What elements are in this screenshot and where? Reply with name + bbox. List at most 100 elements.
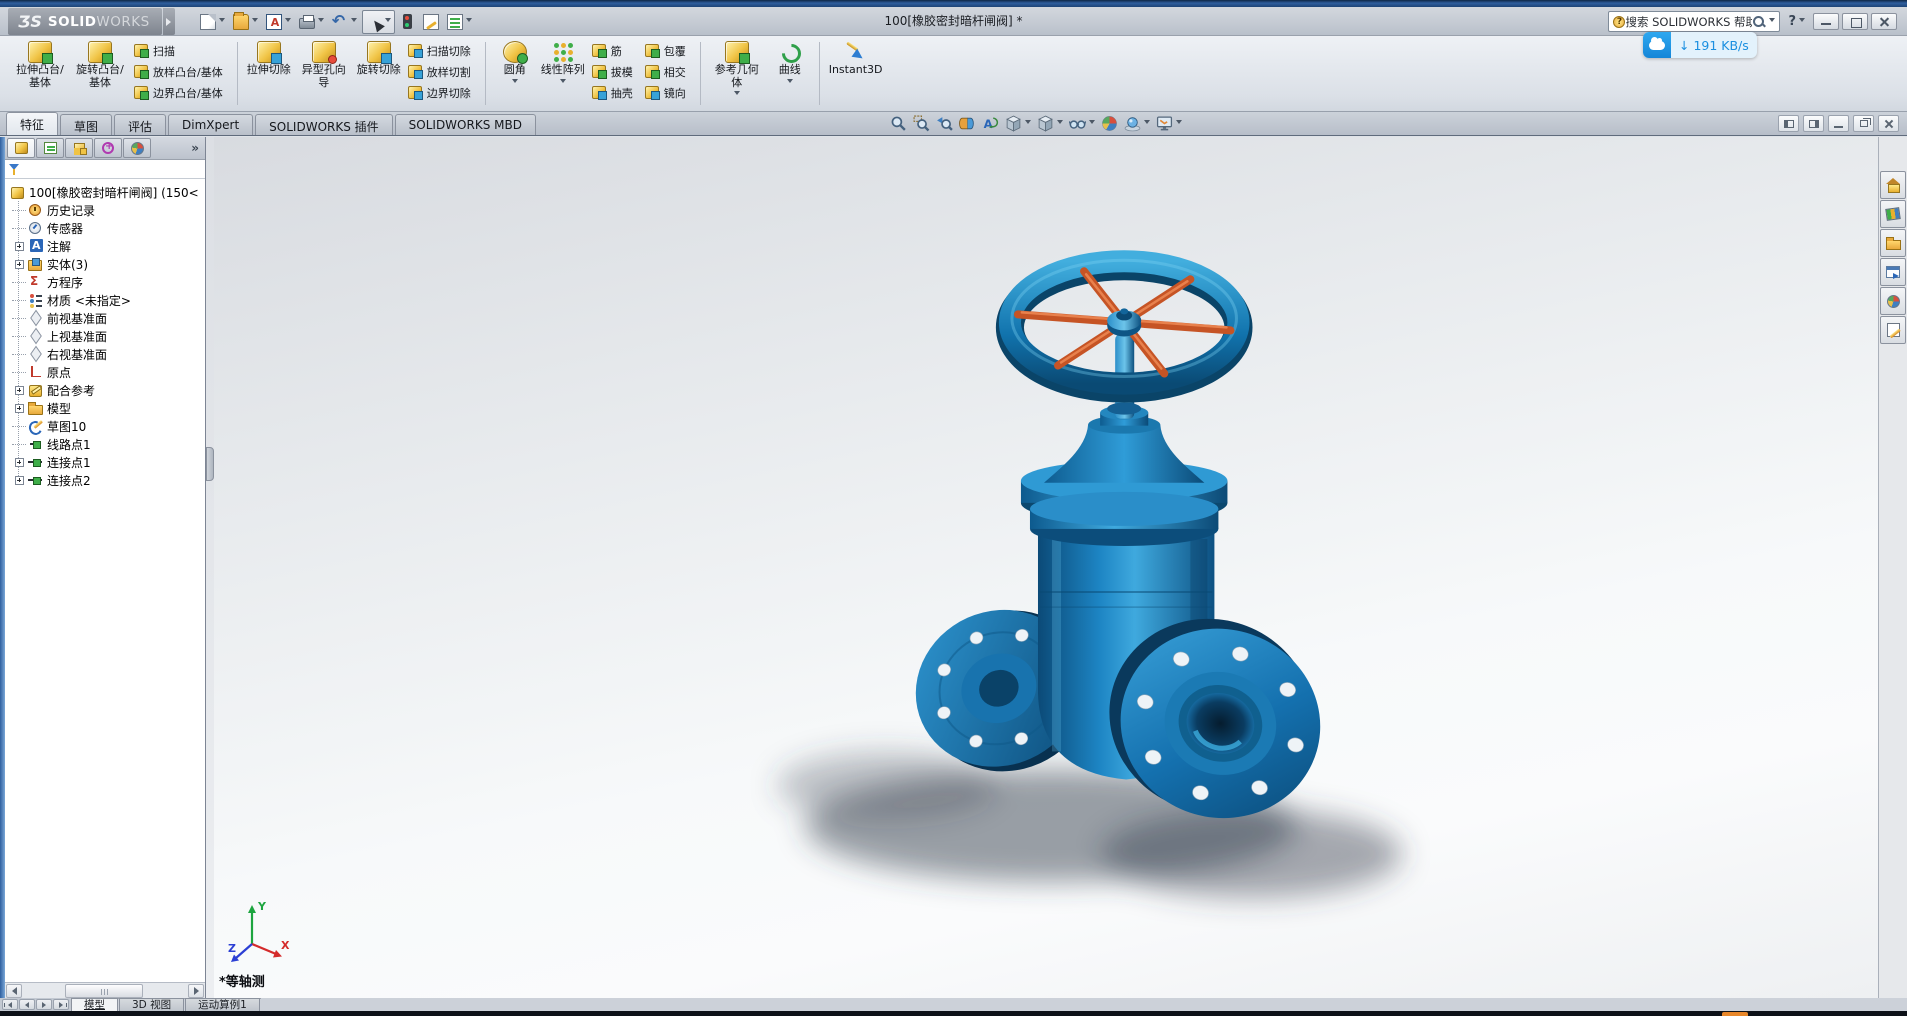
curves-button[interactable]: 曲线	[767, 39, 813, 88]
custom-properties-button[interactable]	[1880, 316, 1906, 344]
last-tab-button[interactable]	[53, 999, 69, 1010]
pane-toggle-right-button[interactable]	[1803, 115, 1824, 132]
file-properties-dropdown-icon[interactable]	[466, 18, 472, 25]
minimize-button[interactable]	[1813, 13, 1839, 30]
tree-item[interactable]: 方程序	[5, 273, 205, 291]
edit-appearance-button[interactable]	[1099, 114, 1120, 133]
curves-dropdown-icon[interactable]	[787, 79, 793, 86]
view-palette-button[interactable]	[1880, 258, 1906, 286]
lofted-cut-button[interactable]: 放样切割	[406, 61, 477, 82]
tab-评估[interactable]: 评估	[114, 114, 166, 135]
search-dropdown-icon[interactable]	[1769, 18, 1775, 25]
zoom-to-area-button[interactable]	[911, 114, 932, 133]
tree-item[interactable]: 配合参考	[5, 381, 205, 399]
tree-item[interactable]: 历史记录	[5, 201, 205, 219]
wrap-button[interactable]: 包覆	[643, 40, 692, 61]
tree-item[interactable]: 右视基准面	[5, 345, 205, 363]
swept-boss-button[interactable]: 扫描	[132, 40, 229, 61]
pane-toggle-left-button[interactable]	[1778, 115, 1799, 132]
open-document-dropdown-icon[interactable]	[252, 18, 258, 25]
display-style-button[interactable]	[1035, 114, 1065, 133]
select-tool-dropdown-icon[interactable]	[385, 18, 391, 25]
tab-SOLIDWORKS MBD[interactable]: SOLIDWORKS MBD	[395, 114, 536, 135]
rebuild-button[interactable]	[397, 10, 418, 34]
reference-geometry-dropdown-icon[interactable]	[734, 91, 740, 98]
tree-item[interactable]: 注解	[5, 237, 205, 255]
tree-filter-bar[interactable]	[5, 160, 205, 179]
make-drawing-dropdown-icon[interactable]	[285, 18, 291, 25]
next-tab-button[interactable]	[36, 999, 52, 1010]
appearances-scenes-button[interactable]	[1880, 287, 1906, 315]
view-settings-dropdown-icon[interactable]	[1176, 120, 1182, 127]
instant3d-button[interactable]: Instant3D	[826, 39, 886, 79]
view-settings-button[interactable]	[1154, 114, 1184, 133]
study-tab-模型[interactable]: 模型	[71, 998, 118, 1011]
file-properties-button[interactable]	[444, 10, 475, 34]
swept-cut-button[interactable]: 扫描切除	[406, 40, 477, 61]
zoom-to-fit-button[interactable]	[888, 114, 909, 133]
scroll-left-arrow[interactable]	[6, 984, 22, 998]
tree-item[interactable]: 传感器	[5, 219, 205, 237]
tree-item[interactable]: 材质 <未指定>	[5, 291, 205, 309]
hide-show-items-button[interactable]	[1067, 114, 1097, 133]
file-explorer-button[interactable]	[1880, 229, 1906, 257]
print-button[interactable]	[296, 10, 327, 34]
rib-button[interactable]: 筋	[590, 40, 639, 61]
tab-SOLIDWORKS 插件[interactable]: SOLIDWORKS 插件	[255, 114, 392, 135]
linear-pattern-dropdown-icon[interactable]	[560, 79, 566, 86]
tree-item[interactable]: 前视基准面	[5, 309, 205, 327]
tab-特征[interactable]: 特征	[6, 112, 58, 135]
solidworks-resources-button[interactable]	[1880, 171, 1906, 199]
intersect-button[interactable]: 相交	[643, 61, 692, 82]
extruded-boss-button[interactable]: 拉伸凸台/基体	[10, 39, 70, 91]
expand-icon[interactable]	[15, 260, 24, 269]
draft-button[interactable]: 拔模	[590, 61, 639, 82]
shell-button[interactable]: 抽壳	[590, 82, 639, 103]
display-style-dropdown-icon[interactable]	[1057, 120, 1063, 127]
boundary-boss-button[interactable]: 边界凸台/基体	[132, 82, 229, 103]
tree-item[interactable]: 实体(3)	[5, 255, 205, 273]
panel-tab-displaymanager[interactable]	[123, 138, 151, 158]
expand-icon[interactable]	[15, 404, 24, 413]
apply-scene-dropdown-icon[interactable]	[1144, 120, 1150, 127]
restore-document-button[interactable]	[1853, 115, 1874, 132]
design-library-button[interactable]	[1880, 200, 1906, 228]
options-button[interactable]	[420, 10, 442, 34]
tree-item[interactable]: 线路点1	[5, 435, 205, 453]
search-icon[interactable]	[1752, 15, 1766, 29]
minimize-document-button[interactable]	[1828, 115, 1849, 132]
fillet-dropdown-icon[interactable]	[512, 79, 518, 86]
help-button[interactable]: ?	[1786, 14, 1807, 29]
hole-wizard-button[interactable]: 异型孔向导	[294, 39, 354, 91]
section-view-button[interactable]	[957, 114, 978, 133]
tab-草图[interactable]: 草图	[60, 114, 112, 135]
scroll-right-arrow[interactable]	[188, 984, 204, 998]
expand-icon[interactable]	[15, 458, 24, 467]
apply-scene-button[interactable]	[1122, 114, 1152, 133]
previous-view-button[interactable]	[934, 114, 955, 133]
expand-icon[interactable]	[15, 242, 24, 251]
undo-button[interactable]	[329, 10, 360, 34]
download-speed-overlay[interactable]: ↓ 191 KB/s	[1643, 32, 1757, 58]
tree-item[interactable]: 草图10	[5, 417, 205, 435]
undo-dropdown-icon[interactable]	[351, 18, 357, 25]
panel-tab-propertymanager[interactable]	[36, 138, 64, 158]
maximize-button[interactable]	[1842, 13, 1868, 30]
extruded-cut-button[interactable]: 拉伸切除	[244, 39, 294, 79]
tree-item[interactable]: 原点	[5, 363, 205, 381]
tree-item[interactable]: 连接点2	[5, 471, 205, 489]
revolved-cut-button[interactable]: 旋转切除	[354, 39, 404, 79]
tree-root-item[interactable]: 100[橡胶密封暗杆闸阀] (150<	[5, 183, 205, 201]
help-dropdown-icon[interactable]	[1799, 18, 1805, 25]
search-box[interactable]: ?	[1608, 11, 1780, 32]
scroll-track[interactable]	[23, 984, 187, 998]
tree-item[interactable]: 连接点1	[5, 453, 205, 471]
hide-show-items-dropdown-icon[interactable]	[1089, 120, 1095, 127]
panel-tab-configurationmanager[interactable]	[65, 138, 93, 158]
menu-flyout-arrow[interactable]	[163, 8, 175, 35]
mirror-button[interactable]: 镜向	[643, 82, 692, 103]
linear-pattern-button[interactable]: 线性阵列	[538, 39, 588, 88]
splitter-grip[interactable]	[206, 447, 214, 481]
lofted-boss-button[interactable]: 放样凸台/基体	[132, 61, 229, 82]
new-document-button[interactable]	[197, 10, 228, 34]
